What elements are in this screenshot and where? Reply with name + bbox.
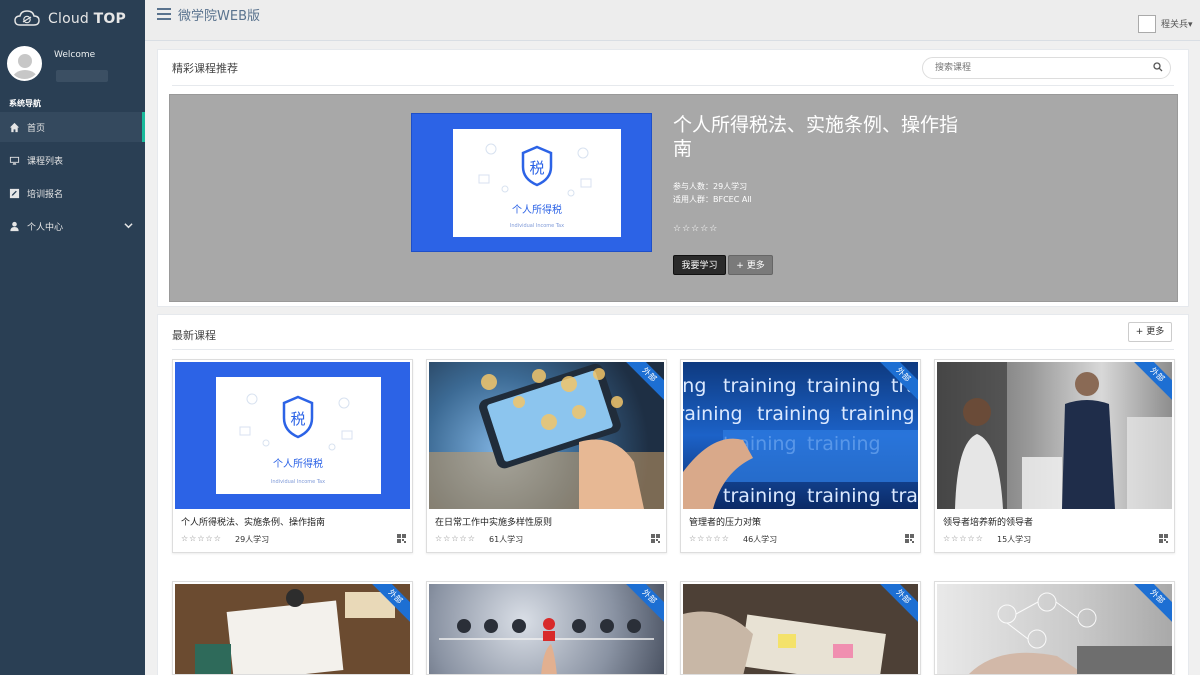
course-thumbnail[interactable]: 外部	[429, 362, 664, 509]
cloud-logo-icon	[14, 10, 40, 26]
course-thumbnail[interactable]: 外部	[429, 584, 664, 674]
course-thumbnail[interactable]: 外部	[175, 584, 410, 674]
latest-more-button[interactable]: + 更多	[1128, 322, 1172, 342]
course-title[interactable]: 领导者培养新的领导者	[943, 515, 1033, 528]
course-card[interactable]: 外部	[172, 581, 413, 675]
featured-course-title[interactable]: 个人所得税法、实施条例、操作指南	[673, 113, 973, 161]
course-thumbnail[interactable]: 外部	[683, 584, 918, 674]
svg-text:training: training	[683, 403, 743, 425]
svg-text:ing: ing	[683, 375, 706, 397]
profile: Welcome	[0, 38, 145, 92]
featured-heading: 精彩课程推荐	[172, 62, 238, 75]
participants: 参与人数：29人学习	[673, 182, 748, 191]
svg-text:training: training	[807, 485, 881, 507]
search-input[interactable]	[922, 57, 1171, 79]
course-card[interactable]: ing training training trai training trai…	[680, 359, 921, 553]
svg-text:training: training	[723, 375, 797, 397]
rating-stars[interactable]: ☆☆☆☆☆	[673, 224, 718, 234]
page-title: 微学院WEB版	[178, 9, 260, 24]
course-thumbnail[interactable]: 税 个人所得税 Individual Income Tax	[175, 362, 410, 509]
rating-stars[interactable]: ☆☆☆☆☆	[181, 534, 222, 543]
course-title[interactable]: 在日常工作中实施多样性原则	[435, 515, 552, 528]
user-menu[interactable]: 程关兵▾	[1161, 17, 1193, 30]
qr-code-icon[interactable]	[905, 534, 914, 543]
training-puzzle-illustration: ing training training trai training trai…	[683, 375, 918, 509]
sidebar: Cloud TOP Welcome 系统导航 首页 课程列表 培训报名 个人中心	[0, 0, 145, 675]
rating-stars[interactable]: ☆☆☆☆☆	[689, 534, 730, 543]
sidebar-item-label: 培训报名	[27, 189, 64, 200]
user-icon	[10, 221, 19, 231]
top-bar: 微学院WEB版 程关兵▾	[145, 0, 1200, 41]
featured-course-banner: 税 个人所得税 Individual Income Tax 个人所得税法、实施条…	[169, 94, 1178, 302]
svg-text:税: 税	[529, 159, 544, 177]
edit-icon	[9, 188, 20, 198]
svg-text:trai: trai	[891, 485, 918, 507]
svg-text:个人所得税: 个人所得税	[512, 203, 562, 216]
course-thumbnail[interactable]: 外部	[937, 362, 1172, 509]
digital-network-illustration	[969, 592, 1172, 674]
team-sticky-notes-illustration	[683, 584, 918, 674]
sidebar-item-home[interactable]: 首页	[0, 112, 145, 142]
office-meeting-illustration	[937, 362, 1172, 509]
people-network-illustration	[439, 618, 654, 674]
sidebar-item-label: 个人中心	[27, 222, 64, 233]
featured-panel: 精彩课程推荐 税 个人所得税 Individual Income Tax 个人所…	[157, 49, 1189, 307]
menu-toggle-icon[interactable]	[157, 8, 171, 20]
chevron-down-icon	[124, 223, 133, 229]
featured-course-thumbnail[interactable]: 税 个人所得税 Individual Income Tax	[411, 113, 652, 252]
user-avatar-icon[interactable]	[1138, 15, 1156, 33]
course-thumbnail[interactable]: 外部	[937, 584, 1172, 674]
course-card[interactable]: 外部 领导者培养新的领导者 ☆☆☆☆☆ 15人学习	[934, 359, 1175, 553]
sidebar-item-course-list[interactable]: 课程列表	[0, 145, 145, 175]
more-button[interactable]: + 更多	[728, 255, 773, 275]
phone-apps-illustration	[429, 363, 664, 509]
sidebar-item-personal-center[interactable]: 个人中心	[0, 211, 145, 241]
learner-count: 46人学习	[743, 535, 778, 544]
course-card[interactable]: 外部	[934, 581, 1175, 675]
avatar[interactable]	[7, 46, 42, 81]
learner-count: 15人学习	[997, 535, 1032, 544]
course-card[interactable]: 外部	[680, 581, 921, 675]
sidebar-item-label: 课程列表	[27, 156, 64, 167]
study-button[interactable]: 我要学习	[673, 255, 726, 275]
audience: 适用人群：BFCEC All	[673, 195, 752, 204]
course-title[interactable]: 管理者的压力对策	[689, 515, 761, 528]
svg-text:个人所得税: 个人所得税	[273, 457, 323, 470]
svg-text:Individual Income Tax: Individual Income Tax	[510, 223, 564, 229]
username-placeholder	[56, 70, 108, 82]
svg-text:training: training	[807, 375, 881, 397]
svg-text:training: training	[723, 485, 797, 507]
svg-text:税: 税	[290, 410, 305, 428]
latest-heading: 最新课程	[172, 329, 216, 342]
tax-shield-icon: 税 个人所得税 Individual Income Tax	[239, 393, 353, 485]
qr-code-icon[interactable]	[1159, 534, 1168, 543]
rating-stars[interactable]: ☆☆☆☆☆	[943, 534, 984, 543]
qr-code-icon[interactable]	[397, 534, 406, 543]
course-card[interactable]: 外部	[426, 581, 667, 675]
svg-text:training: training	[841, 403, 915, 425]
learner-count: 61人学习	[489, 535, 524, 544]
learner-count: 29人学习	[235, 535, 270, 544]
nav-heading: 系统导航	[9, 99, 41, 108]
qr-code-icon[interactable]	[651, 534, 660, 543]
rating-stars[interactable]: ☆☆☆☆☆	[435, 534, 476, 543]
brand[interactable]: Cloud TOP	[0, 0, 145, 38]
course-thumbnail[interactable]: ing training training trai training trai…	[683, 362, 918, 509]
svg-text:Individual Income Tax: Individual Income Tax	[271, 479, 325, 485]
course-card[interactable]: 税 个人所得税 Individual Income Tax 个人所得税法、实施条…	[172, 359, 413, 553]
sidebar-item-label: 首页	[27, 123, 46, 134]
tax-shield-icon: 税 个人所得税 Individual Income Tax	[478, 143, 592, 229]
svg-text:training: training	[757, 403, 831, 425]
sidebar-item-training-signup[interactable]: 培训报名	[0, 178, 145, 208]
course-card[interactable]: 外部 在日常工作中实施多样性原则 ☆☆☆☆☆ 61人学习	[426, 359, 667, 553]
desk-planning-illustration	[175, 584, 410, 674]
brand-text: Cloud TOP	[48, 11, 126, 27]
home-icon	[9, 122, 20, 132]
search-icon[interactable]	[1153, 62, 1163, 72]
course-title[interactable]: 个人所得税法、实施条例、操作指南	[181, 515, 325, 528]
monitor-icon	[9, 156, 20, 165]
welcome-text: Welcome	[54, 50, 96, 60]
